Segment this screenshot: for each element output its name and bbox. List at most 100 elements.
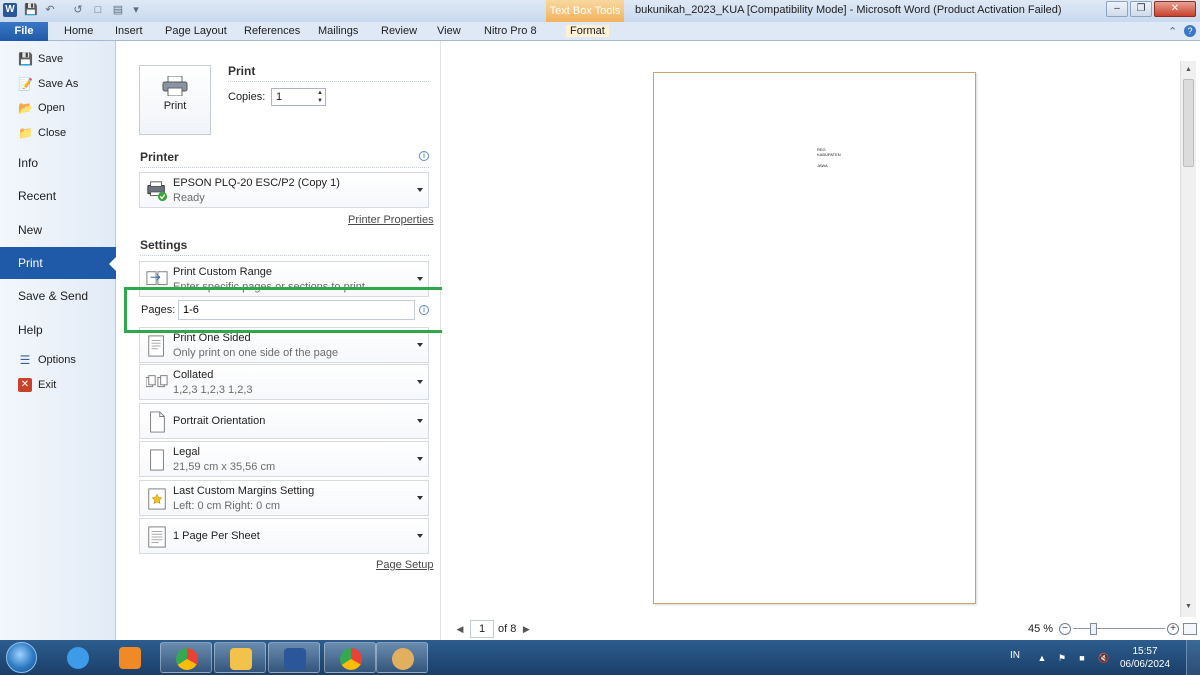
printer-info-icon[interactable]: i (419, 151, 429, 161)
zoom-in-icon[interactable]: + (1167, 623, 1180, 635)
printer-dropdown[interactable]: EPSON PLQ-20 ESC/P2 (Copy 1) Ready (139, 172, 429, 208)
language-indicator[interactable]: IN (1010, 650, 1020, 661)
taskbar-app-media[interactable] (104, 642, 156, 673)
zoom-out-icon[interactable]: − (1059, 623, 1072, 635)
print-preview-icon[interactable]: ▤ (112, 4, 124, 16)
print-range-dropdown[interactable]: Print Custom Range Enter specific pages … (139, 261, 429, 297)
quick-save-icon[interactable]: 💾 (24, 4, 38, 16)
scroll-thumb[interactable] (1183, 79, 1194, 167)
nav-help[interactable]: Help (0, 314, 116, 346)
tab-format[interactable]: Format (566, 25, 609, 37)
orientation-dropdown[interactable]: Portrait Orientation (139, 403, 429, 439)
taskbar-app-explorer[interactable] (214, 642, 266, 673)
minimize-button[interactable]: – (1106, 1, 1128, 17)
portrait-icon (150, 411, 165, 433)
copies-value: 1 (276, 91, 283, 103)
redo-icon[interactable]: ↺ (72, 4, 84, 16)
network-icon[interactable]: ■ (1076, 653, 1088, 663)
new-document-icon[interactable]: □ (92, 4, 104, 16)
show-desktop-button[interactable] (1186, 640, 1200, 675)
previous-page-icon[interactable]: ◀ (454, 624, 466, 635)
scroll-up-icon[interactable]: ▲ (1183, 64, 1194, 75)
next-page-icon[interactable]: ▶ (520, 624, 532, 635)
spin-arrows-icon[interactable]: ▲ ▼ (315, 89, 325, 105)
print-preview-area: REG KABUPATEN JAWA ▲ ▼ ◀ 1 of 8 ▶ 45 % −… (442, 41, 1200, 640)
action-center-flag-icon[interactable]: ⚑ (1056, 653, 1068, 663)
page-navigation: ◀ 1 of 8 ▶ (454, 619, 532, 639)
zoom-slider-thumb[interactable] (1090, 623, 1098, 635)
tab-nitro-pro[interactable]: Nitro Pro 8 (484, 25, 537, 37)
divider (140, 255, 429, 256)
internet-explorer-icon (67, 647, 89, 669)
backstage-navigation: 💾 Save 📝 Save As 📂 Open 📁 Close Info Rec… (0, 41, 117, 640)
tab-review[interactable]: Review (381, 25, 417, 37)
nav-recent[interactable]: Recent (0, 180, 116, 212)
nav-save-and-send[interactable]: Save & Send (0, 280, 116, 312)
tab-file[interactable]: File (0, 22, 48, 41)
tab-home[interactable]: Home (64, 25, 93, 37)
system-clock[interactable]: 15:57 06/06/2024 (1118, 645, 1172, 671)
zoom-level-label[interactable]: 45 % (1028, 623, 1053, 635)
paper-size-dropdown[interactable]: Legal 21,59 cm x 35,56 cm (139, 441, 429, 477)
tab-references[interactable]: References (244, 25, 300, 37)
pages-info-icon[interactable]: i (419, 305, 429, 315)
ribbon-tab-bar: File Home Insert Page Layout References … (0, 22, 1200, 41)
tab-page-layout[interactable]: Page Layout (165, 25, 227, 37)
taskbar-app-word[interactable] (268, 642, 320, 673)
chrome-icon (340, 648, 362, 670)
word-logo-icon[interactable]: W (3, 3, 17, 17)
vertical-scrollbar[interactable]: ▲ ▼ (1180, 61, 1196, 617)
exit-icon: ✕ (18, 378, 32, 392)
restore-button[interactable]: ❐ (1130, 1, 1152, 17)
sides-dropdown[interactable]: Print One Sided Only print on one side o… (139, 327, 429, 363)
nav-new[interactable]: New (0, 214, 116, 246)
taskbar-app-chrome-2[interactable] (324, 642, 376, 673)
tab-mailings[interactable]: Mailings (318, 25, 358, 37)
pages-per-sheet-dropdown[interactable]: 1 Page Per Sheet (139, 518, 429, 554)
zoom-to-page-icon[interactable] (1183, 623, 1198, 635)
taskbar-app-chrome[interactable] (160, 642, 212, 673)
scroll-down-icon[interactable]: ▼ (1183, 601, 1194, 612)
nav-save[interactable]: 💾 Save (18, 50, 63, 68)
undo-icon[interactable]: ↶ (44, 4, 56, 16)
selected-indicator (109, 256, 117, 272)
zoom-slider[interactable] (1073, 623, 1166, 635)
one-sided-icon (148, 335, 164, 357)
window-title: bukunikah_2023_KUA [Compatibility Mode] … (635, 4, 1062, 16)
taskbar-app-ie[interactable] (52, 642, 104, 673)
nav-print[interactable]: Print (0, 247, 117, 279)
chevron-down-icon (417, 343, 423, 347)
nav-save-as[interactable]: 📝 Save As (18, 75, 78, 93)
customize-qat-icon[interactable]: ▾ (130, 4, 142, 16)
current-page-input[interactable]: 1 (470, 620, 494, 638)
page-setup-link[interactable]: Page Setup (376, 559, 434, 571)
nav-info[interactable]: Info (0, 147, 116, 179)
taskbar-app-paint[interactable] (376, 642, 428, 673)
close-window-button[interactable]: ✕ (1154, 1, 1196, 17)
print-button[interactable]: Print (139, 65, 211, 135)
ribbon-collapse-icon[interactable]: ⌃ (1168, 25, 1177, 38)
paper-size-sub: 21,59 cm x 35,56 cm (173, 461, 276, 473)
copies-stepper[interactable]: 1 ▲ ▼ (271, 88, 326, 106)
word-window: W 💾 ↶ ↺ □ ▤ ▾ Text Box Tools bukunikah_2… (0, 0, 1200, 675)
nav-save-as-label: Save As (38, 78, 79, 90)
paper-size-icon (150, 449, 164, 471)
orientation-main: Portrait Orientation (173, 415, 266, 427)
tab-insert[interactable]: Insert (115, 25, 143, 37)
start-button[interactable] (6, 642, 37, 673)
volume-muted-icon[interactable]: 🔇 (1098, 653, 1110, 663)
custom-margins-icon (148, 488, 166, 510)
nav-open[interactable]: 📂 Open (18, 99, 65, 117)
text-box-tools-contextual-tab: Text Box Tools (546, 0, 624, 22)
nav-exit[interactable]: ✕ Exit (18, 376, 56, 394)
printer-properties-link[interactable]: Printer Properties (348, 214, 434, 226)
help-icon[interactable]: ? (1184, 25, 1196, 37)
tab-view[interactable]: View (437, 25, 461, 37)
nav-options[interactable]: ☰ Options (18, 351, 76, 369)
show-hidden-icons-icon[interactable]: ▲ (1036, 653, 1048, 663)
preview-text-line: JAWA (817, 163, 828, 168)
margins-dropdown[interactable]: Last Custom Margins Setting Left: 0 cm R… (139, 480, 429, 516)
collation-dropdown[interactable]: Collated 1,2,3 1,2,3 1,2,3 (139, 364, 429, 400)
pages-input[interactable] (178, 300, 415, 320)
nav-close[interactable]: 📁 Close (18, 124, 66, 142)
